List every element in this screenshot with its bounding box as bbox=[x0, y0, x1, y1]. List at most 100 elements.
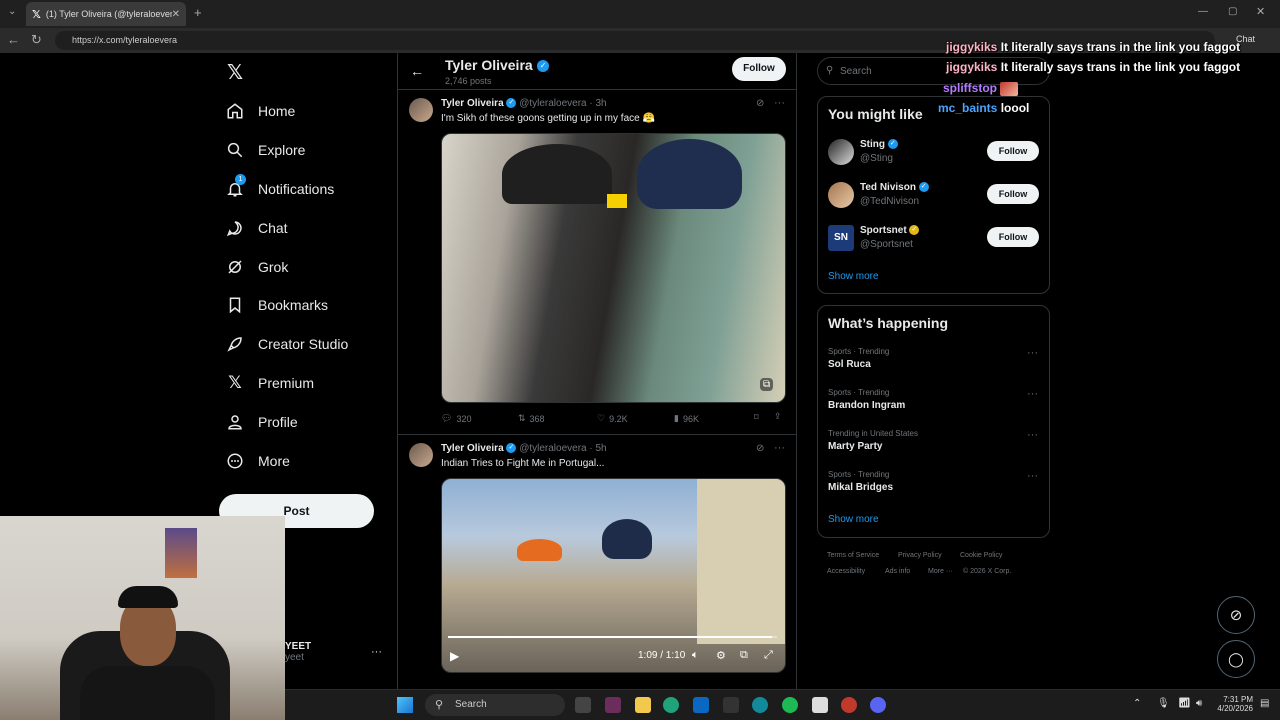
tweet-author-name[interactable]: Tyler Oliveira bbox=[441, 443, 504, 454]
volume-icon[interactable]: 🔈︎ bbox=[692, 649, 699, 662]
nav-more[interactable]: More bbox=[226, 444, 290, 478]
tweet-handle[interactable]: @tyleraloevera bbox=[519, 443, 586, 454]
browser-tab[interactable]: 𝕏 (1) Tyler Oliveira (@tyleraloevera) / … bbox=[26, 2, 186, 26]
suggestions-show-more-link[interactable]: Show more bbox=[828, 271, 879, 282]
nav-premium[interactable]: 𝕏 Premium bbox=[226, 366, 314, 400]
back-icon[interactable]: ← bbox=[7, 32, 20, 47]
account-more-icon[interactable]: ··· bbox=[371, 646, 382, 658]
trend-name[interactable]: Brandon Ingram bbox=[828, 400, 905, 411]
microphone-icon[interactable]: 🎙︎ bbox=[1157, 698, 1170, 709]
footer-link-ads[interactable]: Ads info bbox=[885, 568, 910, 575]
nav-chat[interactable]: Chat bbox=[226, 211, 288, 245]
grok-explain-icon[interactable]: ⊘ bbox=[756, 443, 764, 454]
notification-center-icon[interactable]: ▤ bbox=[1260, 698, 1269, 709]
avatar[interactable] bbox=[409, 98, 433, 122]
nav-home[interactable]: Home bbox=[226, 94, 295, 128]
discord-icon[interactable] bbox=[870, 697, 886, 713]
footer-link-more[interactable]: More ··· bbox=[928, 568, 953, 575]
app-icon[interactable] bbox=[723, 697, 739, 713]
like-button[interactable]: ♡ 9.2K bbox=[597, 413, 628, 424]
app-icon[interactable] bbox=[841, 697, 857, 713]
settings-gear-icon[interactable]: ⚙ bbox=[716, 649, 726, 662]
fullscreen-icon[interactable]: ⤢ bbox=[764, 649, 773, 662]
footer-link-privacy[interactable]: Privacy Policy bbox=[898, 552, 942, 559]
trend-more-icon[interactable]: ··· bbox=[1027, 388, 1038, 400]
footer-link-accessibility[interactable]: Accessibility bbox=[827, 568, 865, 575]
tweet-handle[interactable]: @tyleraloevera bbox=[519, 98, 586, 109]
edge-browser-icon[interactable] bbox=[663, 697, 679, 713]
tray-chevron-icon[interactable]: ⌃ bbox=[1133, 698, 1141, 709]
tab-close-icon[interactable]: ✕ bbox=[172, 9, 180, 20]
taskbar-search-input[interactable]: ⚲ Search bbox=[425, 694, 565, 716]
views-button[interactable]: ▮ 96K bbox=[674, 413, 699, 424]
trend-meta: Sports · Trending bbox=[828, 470, 890, 479]
spotify-icon[interactable] bbox=[782, 697, 798, 713]
grok-fab-button[interactable]: ⊘ bbox=[1217, 596, 1255, 634]
app-icon[interactable] bbox=[752, 697, 768, 713]
windows-start-icon[interactable] bbox=[397, 697, 413, 713]
tab-list-chevron-icon[interactable]: ⌄ bbox=[8, 6, 16, 17]
sportsnet-logo-icon[interactable]: SN bbox=[828, 225, 854, 251]
photo-edit-icon[interactable]: ⧉ bbox=[760, 378, 774, 391]
reply-button[interactable]: 💬︎ 320 bbox=[441, 413, 471, 424]
footer-link-cookie[interactable]: Cookie Policy bbox=[960, 552, 1002, 559]
grok-explain-icon[interactable]: ⊘ bbox=[756, 98, 764, 109]
nav-bookmarks[interactable]: Bookmarks bbox=[226, 288, 328, 322]
app-icon[interactable] bbox=[605, 697, 621, 713]
trend-name[interactable]: Mikal Bridges bbox=[828, 482, 893, 493]
tweet-photo[interactable]: ⧉ bbox=[441, 133, 786, 403]
account-switcher[interactable]: YEET yeet ··· bbox=[285, 641, 385, 671]
minimize-icon[interactable]: — bbox=[1198, 6, 1208, 17]
tweet-time[interactable]: · 5h bbox=[589, 443, 606, 454]
nav-explore[interactable]: Explore bbox=[226, 133, 305, 167]
trend-more-icon[interactable]: ··· bbox=[1027, 470, 1038, 482]
avatar[interactable] bbox=[828, 182, 854, 208]
suggestion-handle: @Sting bbox=[860, 153, 893, 164]
follow-button[interactable]: Follow bbox=[987, 184, 1039, 204]
suggestion-name[interactable]: Sting ✓ bbox=[860, 139, 898, 150]
search-placeholder: Search bbox=[840, 66, 872, 77]
tweet-more-icon[interactable]: ··· bbox=[774, 442, 785, 454]
reload-icon[interactable]: ↻ bbox=[31, 32, 42, 48]
tweet-more-icon[interactable]: ··· bbox=[774, 97, 785, 109]
volume-icon[interactable]: 🔊︎ bbox=[1196, 698, 1202, 709]
avatar[interactable] bbox=[409, 443, 433, 467]
trend-name[interactable]: Sol Ruca bbox=[828, 359, 871, 370]
taskbar-clock[interactable]: 7:31 PM 4/20/2026 bbox=[1205, 695, 1253, 713]
video-progress-track[interactable] bbox=[448, 636, 777, 638]
share-icon[interactable]: ⇪ bbox=[774, 411, 782, 422]
pip-icon[interactable]: ⧉ bbox=[740, 649, 748, 662]
trend-name[interactable]: Marty Party bbox=[828, 441, 882, 452]
trend-more-icon[interactable]: ··· bbox=[1027, 347, 1038, 359]
bookmark-icon[interactable]: ⌑ bbox=[754, 412, 759, 423]
store-icon[interactable] bbox=[693, 697, 709, 713]
nav-notifications[interactable]: 1 Notifications bbox=[226, 172, 334, 206]
notepad-icon[interactable] bbox=[812, 697, 828, 713]
window-close-icon[interactable]: ✕ bbox=[1256, 5, 1265, 18]
nav-profile[interactable]: Profile bbox=[226, 405, 298, 439]
suggestion-name[interactable]: Sportsnet ✓ bbox=[860, 225, 920, 236]
back-arrow-icon[interactable]: ← bbox=[410, 63, 424, 79]
maximize-icon[interactable]: ▢ bbox=[1228, 6, 1237, 17]
nav-creator-studio[interactable]: Creator Studio bbox=[226, 327, 348, 361]
play-icon[interactable]: ▶ bbox=[450, 649, 459, 663]
follow-button[interactable]: Follow bbox=[987, 227, 1039, 247]
chat-fab-button[interactable]: ◯ bbox=[1217, 640, 1255, 678]
nav-grok[interactable]: Grok bbox=[226, 250, 288, 284]
footer-link-terms[interactable]: Terms of Service bbox=[827, 552, 879, 559]
file-explorer-icon[interactable] bbox=[635, 697, 651, 713]
suggestion-name[interactable]: Ted Nivison ✓ bbox=[860, 182, 929, 193]
tweet-time[interactable]: · 3h bbox=[589, 98, 606, 109]
follow-button[interactable]: Follow bbox=[987, 141, 1039, 161]
profile-follow-button[interactable]: Follow bbox=[732, 57, 786, 81]
x-logo[interactable]: 𝕏 bbox=[227, 60, 243, 85]
avatar[interactable] bbox=[828, 139, 854, 165]
tweet-video[interactable]: ▶ 1:09 / 1:10 🔈︎ ⚙ ⧉ ⤢ bbox=[441, 478, 786, 673]
tweet-author-name[interactable]: Tyler Oliveira bbox=[441, 98, 504, 109]
trend-more-icon[interactable]: ··· bbox=[1027, 429, 1038, 441]
wifi-icon[interactable]: 📶︎ bbox=[1178, 698, 1191, 709]
task-view-icon[interactable] bbox=[575, 697, 591, 713]
trends-show-more-link[interactable]: Show more bbox=[828, 514, 879, 525]
repost-button[interactable]: ⇅ 368 bbox=[518, 413, 545, 424]
new-tab-icon[interactable]: + bbox=[194, 5, 202, 20]
